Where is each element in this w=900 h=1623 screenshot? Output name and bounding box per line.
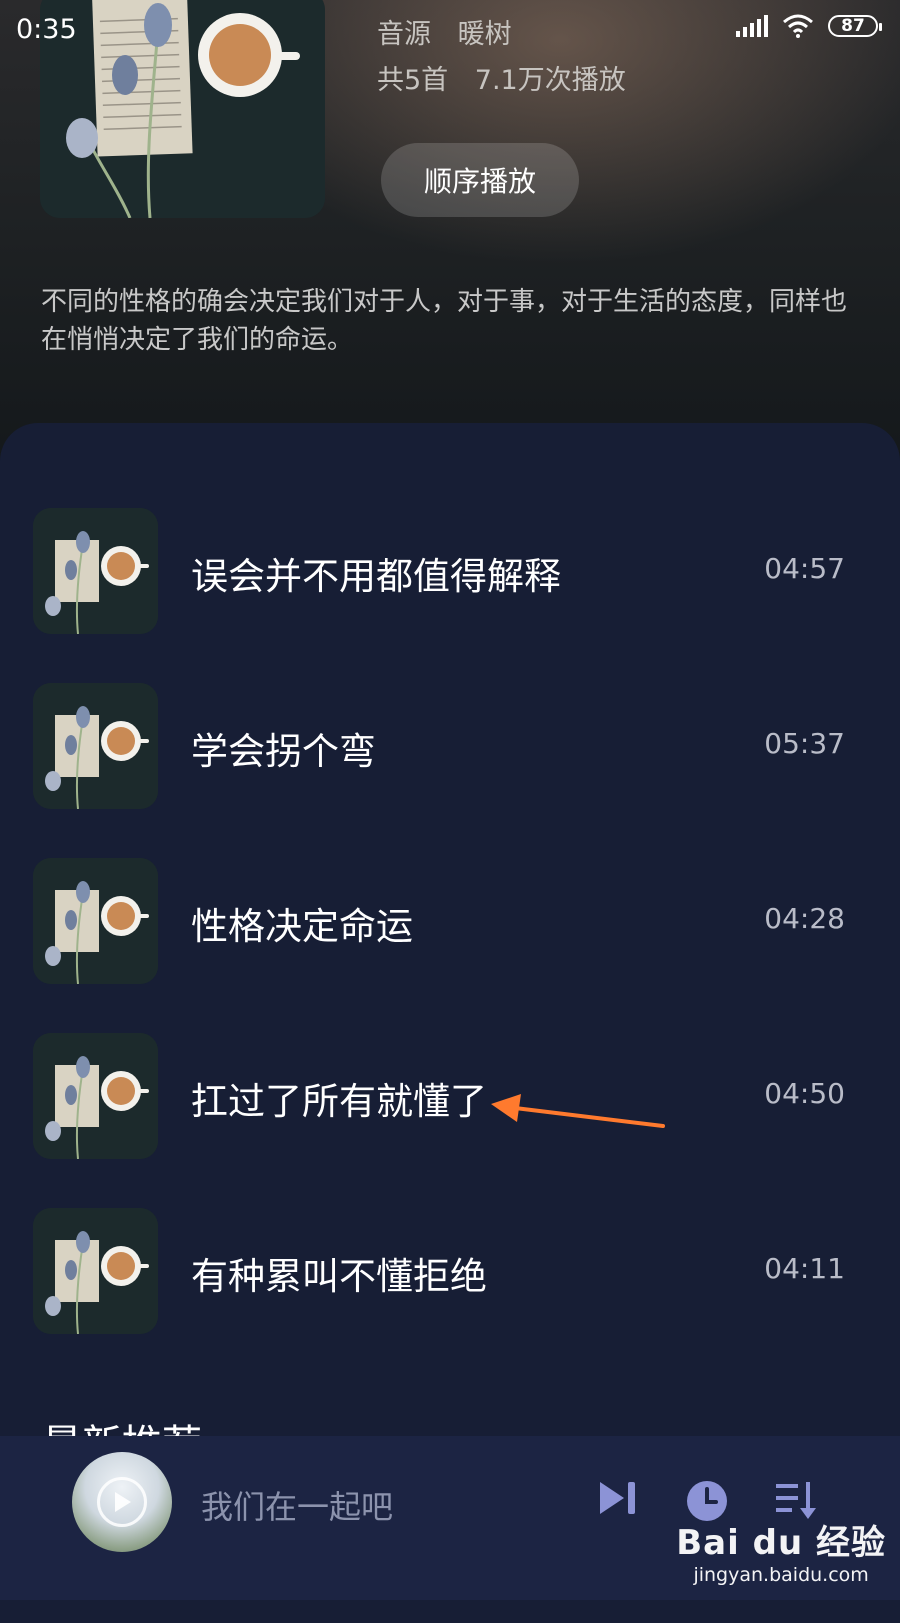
track-title: 有种累叫不懂拒绝 (191, 1255, 487, 1298)
wifi-icon (783, 14, 813, 38)
now-playing-title[interactable]: 我们在一起吧 (201, 1482, 393, 1528)
watermark-logo: Bai du 经验 (676, 1523, 886, 1563)
watermark-url: jingyan.baidu.com (693, 1564, 869, 1586)
track-count: 共5首 (377, 65, 449, 96)
track-thumbnail (33, 1208, 158, 1334)
track-duration: 04:11 (764, 1252, 845, 1285)
track-row[interactable]: 性格决定命运 04:28 (0, 858, 900, 984)
battery-icon: 87 (828, 15, 882, 37)
status-icons: 87 (736, 14, 882, 38)
track-thumbnail (33, 858, 158, 984)
play-icon[interactable] (97, 1477, 147, 1527)
track-duration: 05:37 (764, 727, 845, 760)
track-title: 性格决定命运 (191, 905, 413, 948)
album-cover (40, 0, 325, 218)
watermark: Bai du 经验 jingyan.baidu.com (676, 1515, 886, 1586)
signal-icon (736, 15, 768, 37)
album-description: 不同的性格的确会决定我们对于人，对于事，对于生活的态度，同样也在悄悄决定了我们的… (41, 287, 848, 355)
track-duration: 04:50 (764, 1077, 845, 1110)
track-thumbnail (33, 1033, 158, 1159)
track-title: 学会拐个弯 (191, 730, 376, 773)
annotation-arrow (491, 1094, 665, 1128)
track-row[interactable]: 扛过了所有就懂了 04:50 (0, 1033, 900, 1159)
playlist-icon[interactable] (774, 1480, 820, 1520)
track-thumbnail (33, 508, 158, 634)
track-duration: 04:57 (764, 552, 845, 585)
album-header: 0:35 87 音源 暖树 共5首 7.1万次播放 顺序播放 不同的性格的确会决… (0, 0, 900, 470)
track-duration: 04:28 (764, 902, 845, 935)
next-icon[interactable] (598, 1480, 638, 1516)
now-playing-cover[interactable] (72, 1452, 172, 1552)
track-row[interactable]: 误会并不用都值得解释 04:57 (0, 508, 900, 634)
source-label: 音源 (377, 19, 431, 50)
play-order-button[interactable]: 顺序播放 (381, 143, 579, 217)
status-time: 0:35 (16, 14, 77, 45)
play-count: 7.1万次播放 (474, 65, 626, 96)
track-thumbnail (33, 683, 158, 809)
source-name[interactable]: 暖树 (458, 19, 512, 50)
track-row[interactable]: 学会拐个弯 05:37 (0, 683, 900, 809)
track-title: 误会并不用都值得解释 (191, 555, 561, 598)
track-row[interactable]: 有种累叫不懂拒绝 04:11 (0, 1208, 900, 1334)
album-stats: 共5首 7.1万次播放 (377, 58, 644, 97)
album-source: 音源 暖树 (377, 12, 530, 51)
track-title: 扛过了所有就懂了 (191, 1080, 487, 1123)
